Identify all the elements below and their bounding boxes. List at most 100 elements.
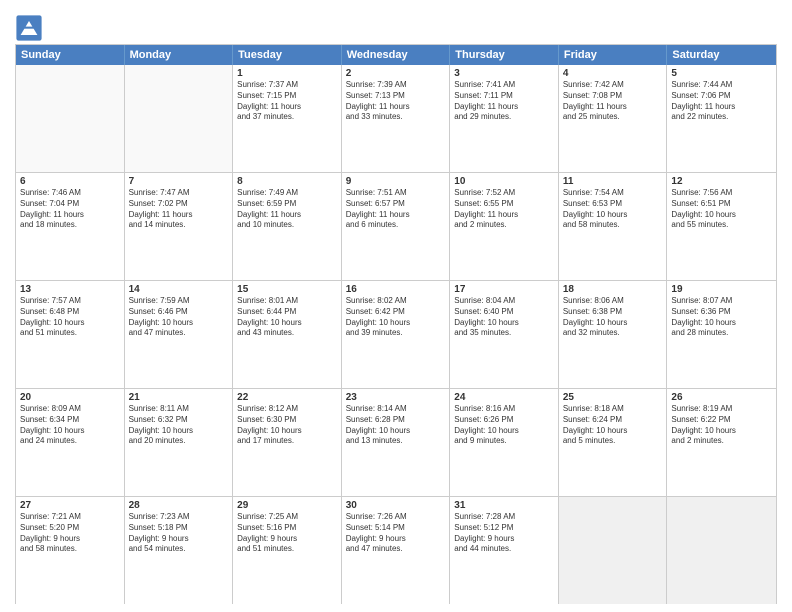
day-number: 12 bbox=[671, 176, 772, 187]
day-info: Sunrise: 8:07 AM Sunset: 6:36 PM Dayligh… bbox=[671, 296, 772, 339]
calendar-cell: 20Sunrise: 8:09 AM Sunset: 6:34 PM Dayli… bbox=[16, 389, 125, 496]
calendar-cell: 7Sunrise: 7:47 AM Sunset: 7:02 PM Daylig… bbox=[125, 173, 234, 280]
calendar-cell bbox=[16, 65, 125, 172]
day-info: Sunrise: 7:56 AM Sunset: 6:51 PM Dayligh… bbox=[671, 188, 772, 231]
day-number: 5 bbox=[671, 68, 772, 79]
calendar-cell: 13Sunrise: 7:57 AM Sunset: 6:48 PM Dayli… bbox=[16, 281, 125, 388]
day-info: Sunrise: 8:16 AM Sunset: 6:26 PM Dayligh… bbox=[454, 404, 554, 447]
day-number: 24 bbox=[454, 392, 554, 403]
day-number: 10 bbox=[454, 176, 554, 187]
day-number: 8 bbox=[237, 176, 337, 187]
day-info: Sunrise: 8:19 AM Sunset: 6:22 PM Dayligh… bbox=[671, 404, 772, 447]
day-number: 22 bbox=[237, 392, 337, 403]
calendar-cell: 27Sunrise: 7:21 AM Sunset: 5:20 PM Dayli… bbox=[16, 497, 125, 604]
calendar-cell: 10Sunrise: 7:52 AM Sunset: 6:55 PM Dayli… bbox=[450, 173, 559, 280]
calendar-cell: 31Sunrise: 7:28 AM Sunset: 5:12 PM Dayli… bbox=[450, 497, 559, 604]
calendar-cell: 15Sunrise: 8:01 AM Sunset: 6:44 PM Dayli… bbox=[233, 281, 342, 388]
day-info: Sunrise: 7:21 AM Sunset: 5:20 PM Dayligh… bbox=[20, 512, 120, 555]
day-info: Sunrise: 7:41 AM Sunset: 7:11 PM Dayligh… bbox=[454, 80, 554, 123]
day-number: 21 bbox=[129, 392, 229, 403]
calendar-cell: 14Sunrise: 7:59 AM Sunset: 6:46 PM Dayli… bbox=[125, 281, 234, 388]
day-number: 1 bbox=[237, 68, 337, 79]
day-number: 14 bbox=[129, 284, 229, 295]
calendar-cell: 19Sunrise: 8:07 AM Sunset: 6:36 PM Dayli… bbox=[667, 281, 776, 388]
calendar-cell bbox=[667, 497, 776, 604]
calendar-cell: 16Sunrise: 8:02 AM Sunset: 6:42 PM Dayli… bbox=[342, 281, 451, 388]
day-info: Sunrise: 8:01 AM Sunset: 6:44 PM Dayligh… bbox=[237, 296, 337, 339]
calendar-cell: 26Sunrise: 8:19 AM Sunset: 6:22 PM Dayli… bbox=[667, 389, 776, 496]
day-number: 2 bbox=[346, 68, 446, 79]
calendar-cell: 12Sunrise: 7:56 AM Sunset: 6:51 PM Dayli… bbox=[667, 173, 776, 280]
calendar-cell: 25Sunrise: 8:18 AM Sunset: 6:24 PM Dayli… bbox=[559, 389, 668, 496]
day-info: Sunrise: 7:39 AM Sunset: 7:13 PM Dayligh… bbox=[346, 80, 446, 123]
day-number: 6 bbox=[20, 176, 120, 187]
day-number: 11 bbox=[563, 176, 663, 187]
calendar-cell: 28Sunrise: 7:23 AM Sunset: 5:18 PM Dayli… bbox=[125, 497, 234, 604]
header-cell-tuesday: Tuesday bbox=[233, 45, 342, 65]
calendar-cell: 29Sunrise: 7:25 AM Sunset: 5:16 PM Dayli… bbox=[233, 497, 342, 604]
day-number: 29 bbox=[237, 500, 337, 511]
day-number: 3 bbox=[454, 68, 554, 79]
day-number: 28 bbox=[129, 500, 229, 511]
day-info: Sunrise: 7:26 AM Sunset: 5:14 PM Dayligh… bbox=[346, 512, 446, 555]
day-number: 16 bbox=[346, 284, 446, 295]
day-number: 18 bbox=[563, 284, 663, 295]
day-info: Sunrise: 7:28 AM Sunset: 5:12 PM Dayligh… bbox=[454, 512, 554, 555]
day-number: 25 bbox=[563, 392, 663, 403]
day-number: 13 bbox=[20, 284, 120, 295]
day-number: 30 bbox=[346, 500, 446, 511]
day-info: Sunrise: 7:46 AM Sunset: 7:04 PM Dayligh… bbox=[20, 188, 120, 231]
day-info: Sunrise: 8:04 AM Sunset: 6:40 PM Dayligh… bbox=[454, 296, 554, 339]
calendar-cell: 8Sunrise: 7:49 AM Sunset: 6:59 PM Daylig… bbox=[233, 173, 342, 280]
day-info: Sunrise: 8:02 AM Sunset: 6:42 PM Dayligh… bbox=[346, 296, 446, 339]
calendar-cell: 3Sunrise: 7:41 AM Sunset: 7:11 PM Daylig… bbox=[450, 65, 559, 172]
header-cell-wednesday: Wednesday bbox=[342, 45, 451, 65]
header-cell-saturday: Saturday bbox=[667, 45, 776, 65]
calendar: SundayMondayTuesdayWednesdayThursdayFrid… bbox=[15, 44, 777, 604]
day-info: Sunrise: 7:42 AM Sunset: 7:08 PM Dayligh… bbox=[563, 80, 663, 123]
day-info: Sunrise: 8:09 AM Sunset: 6:34 PM Dayligh… bbox=[20, 404, 120, 447]
day-info: Sunrise: 7:49 AM Sunset: 6:59 PM Dayligh… bbox=[237, 188, 337, 231]
day-number: 9 bbox=[346, 176, 446, 187]
calendar-cell: 11Sunrise: 7:54 AM Sunset: 6:53 PM Dayli… bbox=[559, 173, 668, 280]
day-info: Sunrise: 7:51 AM Sunset: 6:57 PM Dayligh… bbox=[346, 188, 446, 231]
calendar-cell: 17Sunrise: 8:04 AM Sunset: 6:40 PM Dayli… bbox=[450, 281, 559, 388]
day-info: Sunrise: 8:18 AM Sunset: 6:24 PM Dayligh… bbox=[563, 404, 663, 447]
logo-icon bbox=[15, 14, 43, 42]
calendar-cell bbox=[559, 497, 668, 604]
header-cell-sunday: Sunday bbox=[16, 45, 125, 65]
day-number: 7 bbox=[129, 176, 229, 187]
day-info: Sunrise: 7:37 AM Sunset: 7:15 PM Dayligh… bbox=[237, 80, 337, 123]
day-number: 23 bbox=[346, 392, 446, 403]
calendar-cell: 6Sunrise: 7:46 AM Sunset: 7:04 PM Daylig… bbox=[16, 173, 125, 280]
day-number: 15 bbox=[237, 284, 337, 295]
calendar-row-2: 13Sunrise: 7:57 AM Sunset: 6:48 PM Dayli… bbox=[16, 281, 776, 389]
day-number: 4 bbox=[563, 68, 663, 79]
day-info: Sunrise: 7:47 AM Sunset: 7:02 PM Dayligh… bbox=[129, 188, 229, 231]
day-info: Sunrise: 7:59 AM Sunset: 6:46 PM Dayligh… bbox=[129, 296, 229, 339]
calendar-cell: 30Sunrise: 7:26 AM Sunset: 5:14 PM Dayli… bbox=[342, 497, 451, 604]
page: SundayMondayTuesdayWednesdayThursdayFrid… bbox=[0, 0, 792, 612]
calendar-cell: 24Sunrise: 8:16 AM Sunset: 6:26 PM Dayli… bbox=[450, 389, 559, 496]
header bbox=[15, 10, 777, 42]
day-info: Sunrise: 8:11 AM Sunset: 6:32 PM Dayligh… bbox=[129, 404, 229, 447]
calendar-cell: 2Sunrise: 7:39 AM Sunset: 7:13 PM Daylig… bbox=[342, 65, 451, 172]
day-info: Sunrise: 7:57 AM Sunset: 6:48 PM Dayligh… bbox=[20, 296, 120, 339]
day-info: Sunrise: 7:25 AM Sunset: 5:16 PM Dayligh… bbox=[237, 512, 337, 555]
calendar-cell: 1Sunrise: 7:37 AM Sunset: 7:15 PM Daylig… bbox=[233, 65, 342, 172]
header-cell-monday: Monday bbox=[125, 45, 234, 65]
day-info: Sunrise: 8:06 AM Sunset: 6:38 PM Dayligh… bbox=[563, 296, 663, 339]
calendar-body: 1Sunrise: 7:37 AM Sunset: 7:15 PM Daylig… bbox=[16, 65, 776, 604]
calendar-cell: 4Sunrise: 7:42 AM Sunset: 7:08 PM Daylig… bbox=[559, 65, 668, 172]
day-info: Sunrise: 7:54 AM Sunset: 6:53 PM Dayligh… bbox=[563, 188, 663, 231]
calendar-cell: 21Sunrise: 8:11 AM Sunset: 6:32 PM Dayli… bbox=[125, 389, 234, 496]
day-number: 26 bbox=[671, 392, 772, 403]
day-info: Sunrise: 8:14 AM Sunset: 6:28 PM Dayligh… bbox=[346, 404, 446, 447]
calendar-cell: 23Sunrise: 8:14 AM Sunset: 6:28 PM Dayli… bbox=[342, 389, 451, 496]
day-number: 27 bbox=[20, 500, 120, 511]
calendar-row-4: 27Sunrise: 7:21 AM Sunset: 5:20 PM Dayli… bbox=[16, 497, 776, 604]
day-number: 31 bbox=[454, 500, 554, 511]
day-info: Sunrise: 7:52 AM Sunset: 6:55 PM Dayligh… bbox=[454, 188, 554, 231]
calendar-cell: 9Sunrise: 7:51 AM Sunset: 6:57 PM Daylig… bbox=[342, 173, 451, 280]
calendar-header-row: SundayMondayTuesdayWednesdayThursdayFrid… bbox=[16, 45, 776, 65]
